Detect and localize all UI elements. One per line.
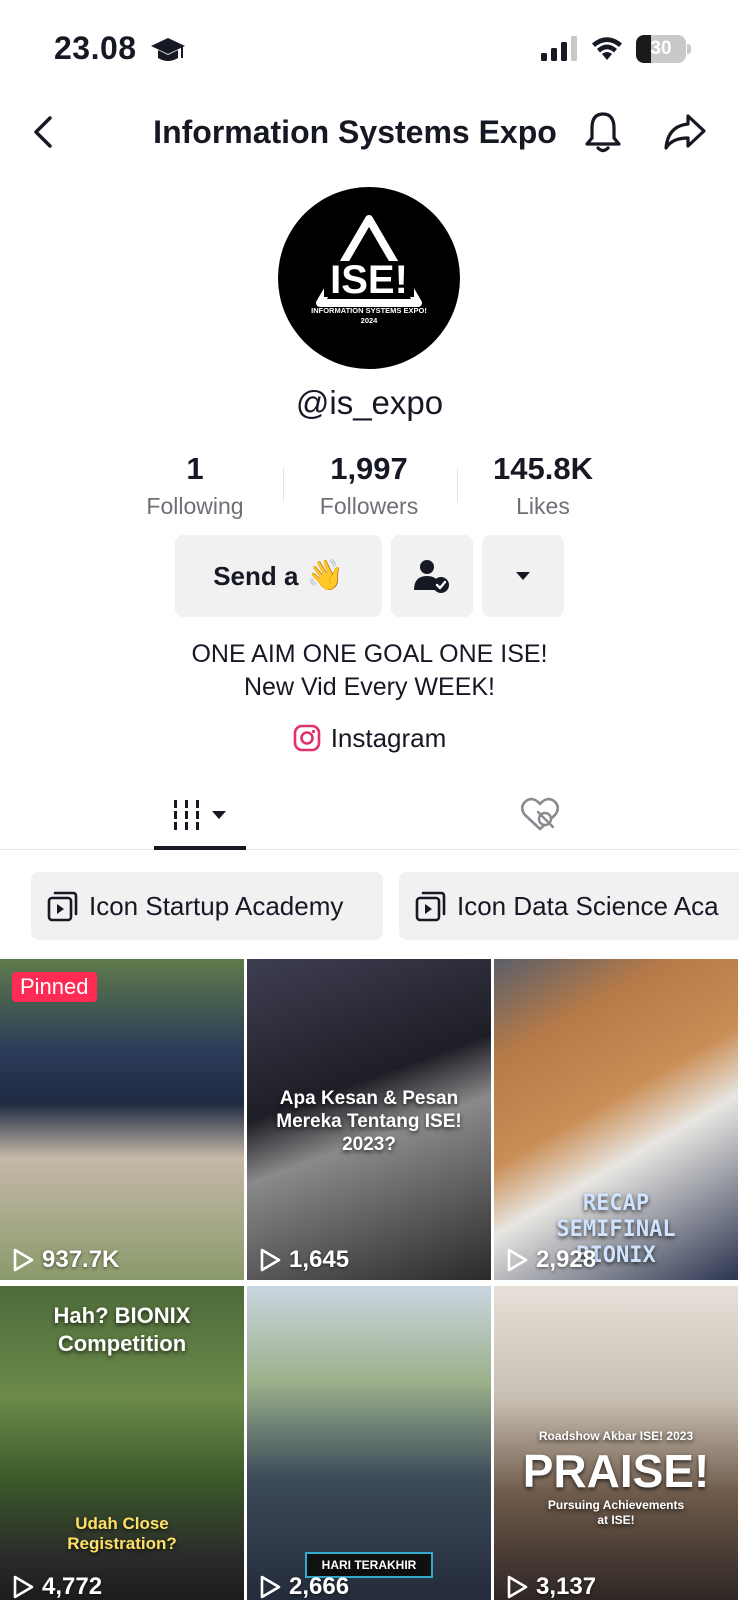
share-icon[interactable] [662, 110, 708, 154]
video-caption: Udah Close Registration? [67, 1514, 177, 1553]
profile-bio: ONE AIM ONE GOAL ONE ISE! New Vid Every … [0, 638, 739, 704]
view-count: 2,928 [506, 1246, 596, 1274]
play-icon [260, 1248, 281, 1272]
playlist-row: Icon Startup Academy Icon Data Science A… [0, 872, 739, 940]
stat-label: Followers [319, 493, 419, 519]
svg-text:2024: 2024 [361, 316, 379, 325]
video-caption: Hah? BIONIX Competition [53, 1303, 191, 1356]
video-caption: Roadshow Akbar ISE! 2023 [538, 1429, 694, 1443]
video-caption: PRAISE! [522, 1445, 710, 1497]
play-icon [507, 1248, 528, 1272]
profile-stats: 1 Following 1,997 Followers 145.8K Likes [0, 448, 739, 524]
video-thumbnail[interactable]: Pinned 937.7K [0, 959, 244, 1280]
bio-line: ONE AIM ONE GOAL ONE ISE! [191, 640, 548, 668]
profile-username: @is_expo [295, 384, 444, 421]
video-thumbnail[interactable]: RECAP SEMIFINAL BIONIX 2,928 [494, 959, 738, 1280]
playlist-chip[interactable]: Icon Data Science Aca [399, 872, 739, 940]
view-count-value: 3,137 [536, 1573, 597, 1600]
send-wave-button[interactable]: Send a 👋 [175, 535, 382, 617]
stat-label: Following [146, 493, 244, 519]
view-count-value: 2,666 [289, 1573, 350, 1600]
video-thumbnail[interactable]: Apa Kesan & Pesan Mereka Tentang ISE! 20… [247, 959, 491, 1280]
bio-line: New Vid Every WEEK! [243, 673, 495, 701]
instagram-link[interactable]: Instagram [0, 718, 739, 758]
svg-text:ISE!: ISE! [330, 258, 408, 302]
tab-liked-videos[interactable] [500, 780, 580, 850]
playlist-label: Icon Startup Academy [89, 890, 344, 921]
cellular-signal-icon [541, 36, 577, 61]
following-status-button[interactable] [391, 535, 473, 617]
playlist-chip[interactable]: Icon Startup Academy [31, 872, 383, 940]
instagram-icon [293, 724, 320, 752]
waving-hand-icon: 👋 [306, 559, 344, 592]
video-caption: Pursuing Achievements at ISE! [547, 1498, 685, 1527]
view-count: 1,645 [259, 1246, 349, 1274]
profile-header: Information Systems Expo [0, 100, 739, 164]
stat-following[interactable]: 1 Following [110, 448, 280, 522]
graduation-cap-icon [151, 38, 185, 61]
view-count-value: 937.7K [42, 1246, 120, 1273]
view-count-value: 2,928 [536, 1246, 597, 1273]
hidden-heart-icon [520, 797, 560, 831]
link-label: Instagram [330, 722, 447, 753]
caret-down-icon [516, 572, 530, 580]
video-thumbnail[interactable]: Hah? BIONIX Competition Udah Close Regis… [0, 1286, 244, 1600]
pinned-badge: Pinned [12, 972, 97, 1002]
ise-logo: ISE! INFORMATION SYSTEMS EXPO! 2024 [311, 215, 427, 325]
status-bar: 23.08 30 [0, 0, 739, 100]
video-thumbnail[interactable]: HARI TERAKHIR 2,666 [247, 1286, 491, 1600]
wifi-icon [592, 37, 622, 60]
profile-avatar[interactable]: ISE! INFORMATION SYSTEMS EXPO! 2024 [278, 187, 460, 369]
video-grid: Pinned 937.7K Apa Kesan & Pesan Mereka T… [0, 959, 739, 1600]
play-icon [260, 1575, 281, 1599]
active-tab-indicator [154, 846, 246, 850]
playlist-icon [415, 891, 446, 922]
user-check-icon [414, 560, 449, 593]
stat-followers[interactable]: 1,997 Followers [284, 448, 454, 522]
bell-icon[interactable] [582, 108, 624, 156]
tab-videos[interactable] [154, 780, 246, 850]
play-icon [13, 1575, 34, 1599]
back-arrow-icon[interactable] [26, 110, 60, 154]
profile-tabs [0, 780, 739, 850]
view-count-value: 1,645 [289, 1246, 350, 1273]
video-caption: Apa Kesan & Pesan Mereka Tentang ISE! 20… [276, 1088, 462, 1155]
view-count: 3,137 [506, 1573, 596, 1600]
stat-label: Likes [516, 493, 570, 519]
stat-value: 145.8K [493, 451, 593, 486]
more-options-button[interactable] [482, 535, 564, 617]
caret-down-icon [212, 811, 226, 819]
stat-likes[interactable]: 145.8K Likes [458, 448, 628, 522]
playlist-icon [47, 891, 78, 922]
profile-actions: Send a 👋 [0, 535, 739, 619]
video-thumbnail[interactable]: Roadshow Akbar ISE! 2023 PRAISE! Pursuin… [494, 1286, 738, 1600]
svg-text:INFORMATION SYSTEMS EXPO!: INFORMATION SYSTEMS EXPO! [311, 306, 427, 315]
battery-indicator: 30 [636, 35, 692, 63]
page-title: Information Systems Expo [153, 114, 557, 150]
send-button-label: Send a [213, 560, 299, 591]
playlist-label: Icon Data Science Aca [457, 890, 719, 921]
stat-value: 1,997 [330, 451, 408, 486]
play-icon [507, 1575, 528, 1599]
view-count-value: 4,772 [42, 1573, 103, 1600]
status-time: 23.08 [54, 30, 137, 66]
stat-value: 1 [186, 451, 204, 486]
view-count: 2,666 [259, 1573, 349, 1600]
view-count: 937.7K [12, 1246, 119, 1274]
play-icon [13, 1248, 34, 1272]
view-count: 4,772 [12, 1573, 102, 1600]
grid-icon [174, 800, 199, 830]
